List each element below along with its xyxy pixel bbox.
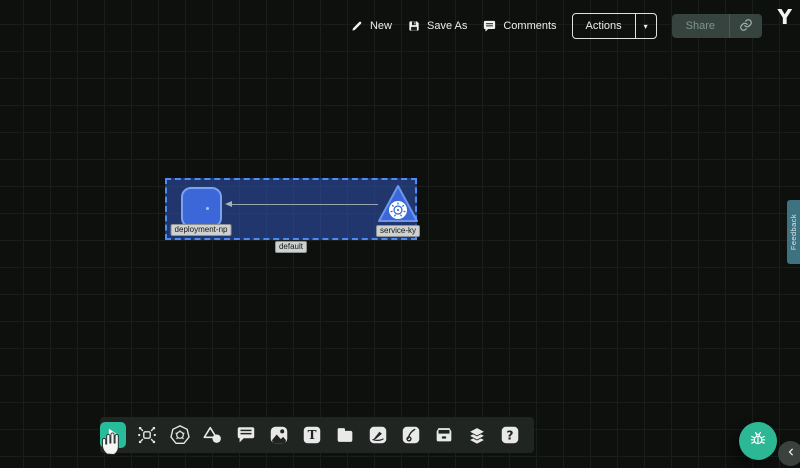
save-as-label: Save As: [427, 20, 467, 32]
graph-layout-tool[interactable]: [135, 423, 159, 447]
group-label: default: [275, 241, 307, 253]
annotation-tool[interactable]: [234, 423, 258, 447]
report-bug-button[interactable]: [739, 422, 777, 460]
image-tool[interactable]: [267, 423, 291, 447]
new-button[interactable]: New: [350, 19, 392, 33]
shapes-icon: [202, 424, 224, 446]
select-tool[interactable]: [100, 422, 126, 448]
collapse-panel-button[interactable]: [778, 441, 800, 466]
new-label: New: [370, 20, 392, 32]
cursor-arrow-icon: [104, 426, 122, 444]
bottom-toolbar: T: [100, 417, 534, 453]
node-service[interactable]: [377, 184, 419, 224]
edge-arrow[interactable]: [227, 204, 378, 205]
question-mark-icon: ?: [499, 424, 521, 446]
help-tool[interactable]: ?: [498, 423, 522, 447]
sticky-note-tool[interactable]: [333, 423, 357, 447]
layers-icon: [466, 424, 488, 446]
layers-tool[interactable]: [465, 423, 489, 447]
edge-port-dot: [206, 207, 209, 210]
text-icon: T: [301, 424, 323, 446]
text-tool[interactable]: T: [300, 423, 324, 447]
actions-split-button: Actions ▾: [572, 13, 657, 39]
graph-layout-icon: [136, 424, 158, 446]
top-toolbar: New Save As Comments Actions ▾ Sh: [350, 13, 762, 39]
node-label: deployment-np: [171, 224, 232, 236]
chevron-left-icon: [785, 445, 797, 463]
actions-button[interactable]: Actions: [573, 14, 635, 38]
image-icon: [268, 424, 290, 446]
node-label: service-ky: [376, 225, 420, 237]
save-as-button[interactable]: Save As: [407, 19, 467, 33]
pencil-icon: [350, 19, 364, 33]
share-button[interactable]: Share: [672, 14, 729, 38]
comments-label: Comments: [503, 20, 556, 32]
selected-group-rect[interactable]: deployment-np service-ky default: [165, 178, 417, 240]
pen-tool[interactable]: [366, 423, 390, 447]
svg-text:?: ?: [506, 429, 513, 443]
chevron-down-icon: ▾: [644, 22, 648, 31]
app-logo: Y: [778, 5, 792, 29]
speech-bubble-icon: [235, 424, 257, 446]
calligraphy-pen-tool[interactable]: [399, 423, 423, 447]
floppy-disk-icon: [407, 19, 421, 33]
kubernetes-tool[interactable]: [168, 423, 192, 447]
svg-text:T: T: [308, 428, 317, 442]
bug-icon: [748, 429, 768, 454]
kubernetes-icon: [169, 424, 191, 446]
comments-button[interactable]: Comments: [482, 19, 556, 34]
link-icon: [739, 18, 753, 35]
archive-tool[interactable]: [432, 423, 456, 447]
shapes-tool[interactable]: [201, 423, 225, 447]
feedback-tab[interactable]: Feedback: [787, 200, 800, 264]
node-deployment[interactable]: [181, 187, 222, 228]
copy-link-button[interactable]: [729, 14, 762, 38]
share-split-button: Share: [672, 14, 762, 38]
calligraphy-pen-icon: [400, 424, 422, 446]
actions-dropdown-button[interactable]: ▾: [635, 14, 656, 38]
sticky-note-icon: [334, 424, 356, 446]
comment-bubble-icon: [482, 19, 497, 34]
archive-drawer-icon: [433, 424, 455, 446]
pen-icon: [367, 424, 389, 446]
feedback-tab-label: Feedback: [789, 214, 798, 250]
